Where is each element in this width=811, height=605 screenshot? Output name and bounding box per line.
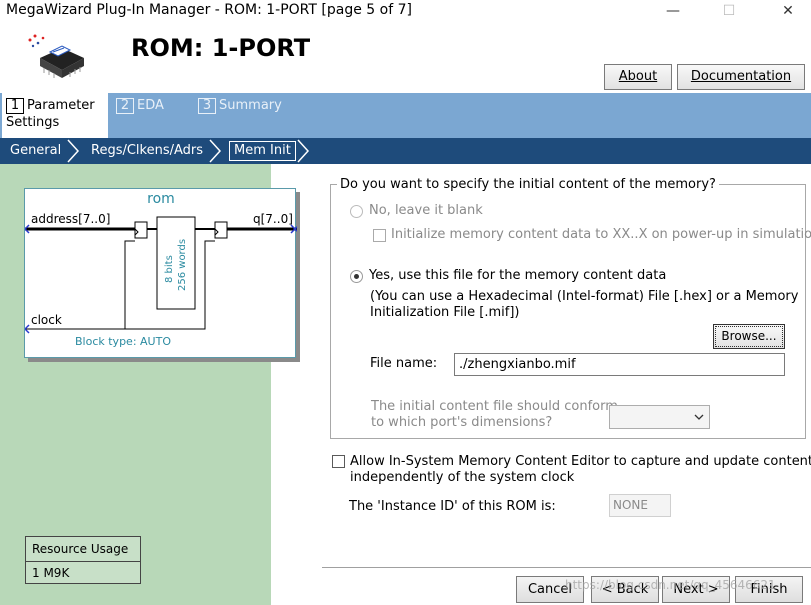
tab-number: 2 [116,98,134,114]
tab-summary[interactable]: 3 Summary [194,93,290,138]
wizard-header: ROM: 1-PORT About Documentation [0,24,811,93]
documentation-label: Documentation [690,69,792,84]
radio-leave-blank[interactable] [350,205,363,218]
mem-init-question: Do you want to specify the initial conte… [337,177,719,192]
maximize-button[interactable]: ☐ [706,0,752,24]
about-button[interactable]: About [604,64,672,90]
init-xx-checkbox[interactable] [373,229,386,242]
resource-usage-heading: Resource Usage [26,537,140,562]
crumb-mem-init[interactable]: Mem Init [229,141,296,161]
close-icon: ✕ [782,3,794,19]
file-name-label: File name: [370,356,438,371]
step-tabs: 1 Parameter Settings 2 EDA 3 Summary [0,93,811,138]
chevron-right-icon [209,139,222,163]
instance-id-label: The 'Instance ID' of this ROM is: [349,499,556,514]
chevron-right-icon [67,139,80,163]
title-bar: MegaWizard Plug-In Manager - ROM: 1-PORT… [0,0,811,24]
page-title: ROM: 1-PORT [131,34,311,62]
in-system-editor-label-line2: independently of the system clock [350,470,575,485]
init-xx-label: Initialize memory content data to XX..X … [391,227,811,242]
block-preview-panel: 8 bits 256 words rom address[7..0] q[7..… [0,164,297,605]
resource-usage-value: 1 M9K [32,566,70,580]
tab-label: EDA [137,98,164,113]
file-format-hint-line1: (You can use a Hexadecimal (Intel-format… [370,289,799,304]
tab-number: 1 [6,98,24,114]
radio-use-file-label: Yes, use this file for the memory conten… [369,268,667,283]
conform-label-line1: The initial content file should conform [371,399,618,414]
maximize-icon: ☐ [722,3,736,19]
footer-separator [322,567,811,569]
radio-leave-blank-label: No, leave it blank [369,203,483,218]
block-words-label: 256 words [177,239,188,291]
minimize-button[interactable]: — [650,0,696,24]
block-bits-label: 8 bits [164,255,175,283]
browse-button[interactable]: Browse... [713,324,785,349]
window-title: MegaWizard Plug-In Manager - ROM: 1-PORT… [6,2,412,18]
resource-usage-box: Resource Usage 1 M9K [25,536,141,584]
tab-label: Summary [219,98,282,113]
tab-eda[interactable]: 2 EDA [112,93,190,138]
radio-use-file[interactable] [350,270,363,283]
browse-label: Browse... [715,326,783,347]
minimize-icon: — [666,3,680,19]
conform-label-line2: to which port's dimensions? [371,415,553,430]
chevron-right-icon [297,139,310,163]
page-breadcrumb: General Regs/Clkens/Adrs Mem Init [0,138,811,164]
tab-number: 3 [198,98,216,114]
port-dimensions-select[interactable] [609,405,710,429]
crumb-regs-clkens-adrs[interactable]: Regs/Clkens/Adrs [91,138,203,164]
block-type-label: Block type: AUTO [75,335,171,348]
instance-id-field[interactable]: NONE [609,494,671,517]
tab-parameter-settings[interactable]: 1 Parameter Settings [2,93,108,138]
crumb-general[interactable]: General [10,138,61,164]
rom-block-symbol: 8 bits 256 words rom address[7..0] q[7..… [24,188,297,358]
about-label: About [618,69,658,84]
watermark-text: https://blog.csdn.net/qq_45646621 [565,578,776,592]
close-button[interactable]: ✕ [765,0,811,24]
documentation-button[interactable]: Documentation [677,64,805,90]
in-system-editor-label-line1: Allow In-System Memory Content Editor to… [350,454,811,469]
file-format-hint-line2: Initialization File [.mif]) [370,305,520,320]
q-pin-label: q[7..0] [253,212,293,226]
in-system-editor-checkbox[interactable] [332,455,345,468]
clock-pin-label: clock [31,313,62,327]
megawizard-chip-icon [24,32,94,84]
chevron-down-icon [694,414,704,420]
block-name: rom [147,191,175,207]
address-pin-label: address[7..0] [31,212,111,226]
file-name-input[interactable] [454,353,785,376]
